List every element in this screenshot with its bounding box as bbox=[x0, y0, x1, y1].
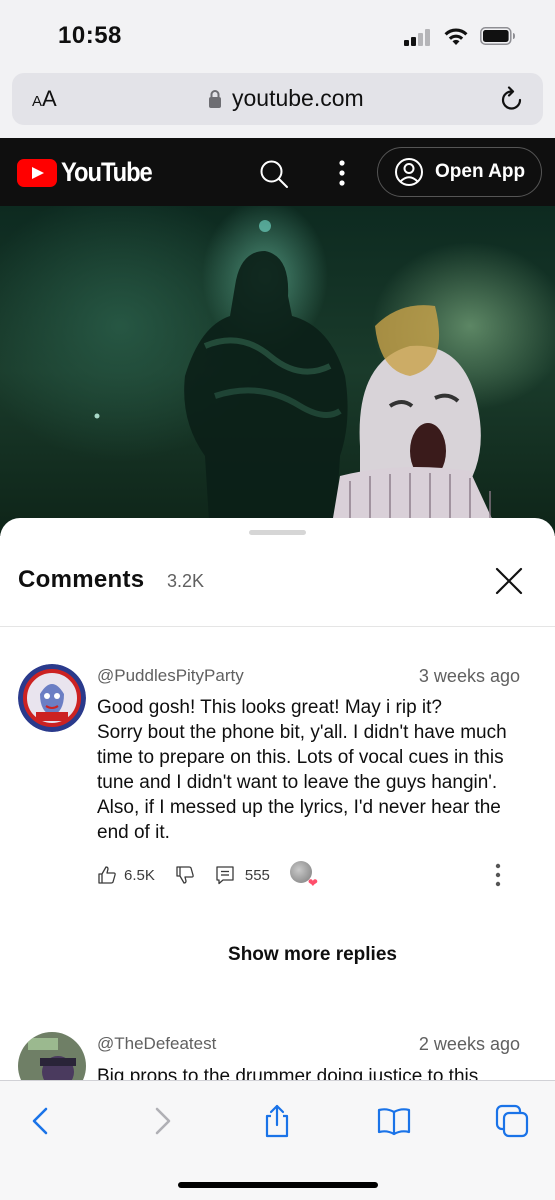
forward-icon[interactable] bbox=[143, 1103, 179, 1139]
open-app-button[interactable]: Open App bbox=[377, 147, 542, 197]
youtube-play-icon bbox=[17, 158, 57, 187]
account-icon bbox=[395, 158, 423, 186]
bookmarks-icon[interactable] bbox=[376, 1103, 412, 1139]
comment-author[interactable]: @PuddlesPityParty bbox=[97, 666, 244, 686]
signal-icon bbox=[404, 28, 434, 46]
reader-options-button[interactable]: AA bbox=[32, 86, 57, 112]
open-app-label: Open App bbox=[435, 161, 526, 182]
drag-handle[interactable] bbox=[249, 530, 306, 535]
wifi-icon bbox=[444, 28, 468, 45]
search-icon[interactable] bbox=[258, 158, 290, 190]
video-frame bbox=[94, 220, 500, 536]
show-more-replies-button[interactable]: Show more replies bbox=[0, 944, 555, 966]
status-time: 10:58 bbox=[58, 22, 122, 49]
video-player[interactable] bbox=[0, 206, 555, 536]
like-icon[interactable] bbox=[97, 865, 117, 885]
comments-title: Comments bbox=[18, 566, 145, 593]
status-bar: 10:58 bbox=[0, 0, 555, 70]
comment-author[interactable]: @TheDefeatest bbox=[97, 1034, 216, 1054]
share-icon[interactable] bbox=[259, 1103, 295, 1139]
url-text[interactable]: youtube.com bbox=[232, 85, 364, 112]
avatar-image bbox=[18, 664, 86, 732]
home-indicator bbox=[178, 1182, 378, 1188]
divider bbox=[0, 626, 555, 627]
comments-count: 3.2K bbox=[167, 571, 205, 591]
reload-icon[interactable] bbox=[498, 85, 526, 113]
avatar[interactable] bbox=[18, 664, 86, 732]
comment-actions: 6.5K 555 ❤ bbox=[97, 860, 318, 890]
avatar[interactable] bbox=[18, 1032, 86, 1080]
avatar-image bbox=[18, 1032, 86, 1080]
creator-heart-badge: ❤ bbox=[289, 861, 318, 890]
kebab-icon[interactable] bbox=[336, 158, 348, 188]
battery-icon bbox=[480, 27, 515, 45]
close-icon[interactable] bbox=[494, 566, 524, 596]
comment-text: Big props to the drummer doing justice t… bbox=[97, 1066, 479, 1080]
youtube-wordmark: YouTube bbox=[61, 157, 153, 187]
reply-icon[interactable] bbox=[215, 865, 235, 885]
tabs-icon[interactable] bbox=[494, 1103, 530, 1139]
address-bar[interactable]: AA youtube.com bbox=[12, 73, 543, 125]
comment-text: Good gosh! This looks great! May i rip i… bbox=[97, 697, 507, 843]
like-count: 6.5K bbox=[124, 866, 155, 884]
address-area: AA youtube.com bbox=[0, 70, 555, 138]
comment-time: 2 weeks ago bbox=[418, 1034, 520, 1054]
dislike-icon[interactable] bbox=[175, 865, 195, 885]
heart-icon: ❤ bbox=[307, 876, 318, 890]
browser-toolbar bbox=[0, 1080, 555, 1200]
back-icon[interactable] bbox=[24, 1103, 60, 1139]
youtube-header: YouTube Open App bbox=[0, 138, 555, 206]
comment-more-icon[interactable] bbox=[493, 862, 503, 888]
comments-sheet: Comments 3.2K @PuddlesPityParty 3 weeks … bbox=[0, 518, 555, 1080]
comment-time: 3 weeks ago bbox=[418, 666, 520, 686]
reply-count: 555 bbox=[244, 866, 270, 884]
youtube-logo[interactable]: YouTube bbox=[17, 157, 164, 188]
lock-icon bbox=[209, 90, 221, 108]
